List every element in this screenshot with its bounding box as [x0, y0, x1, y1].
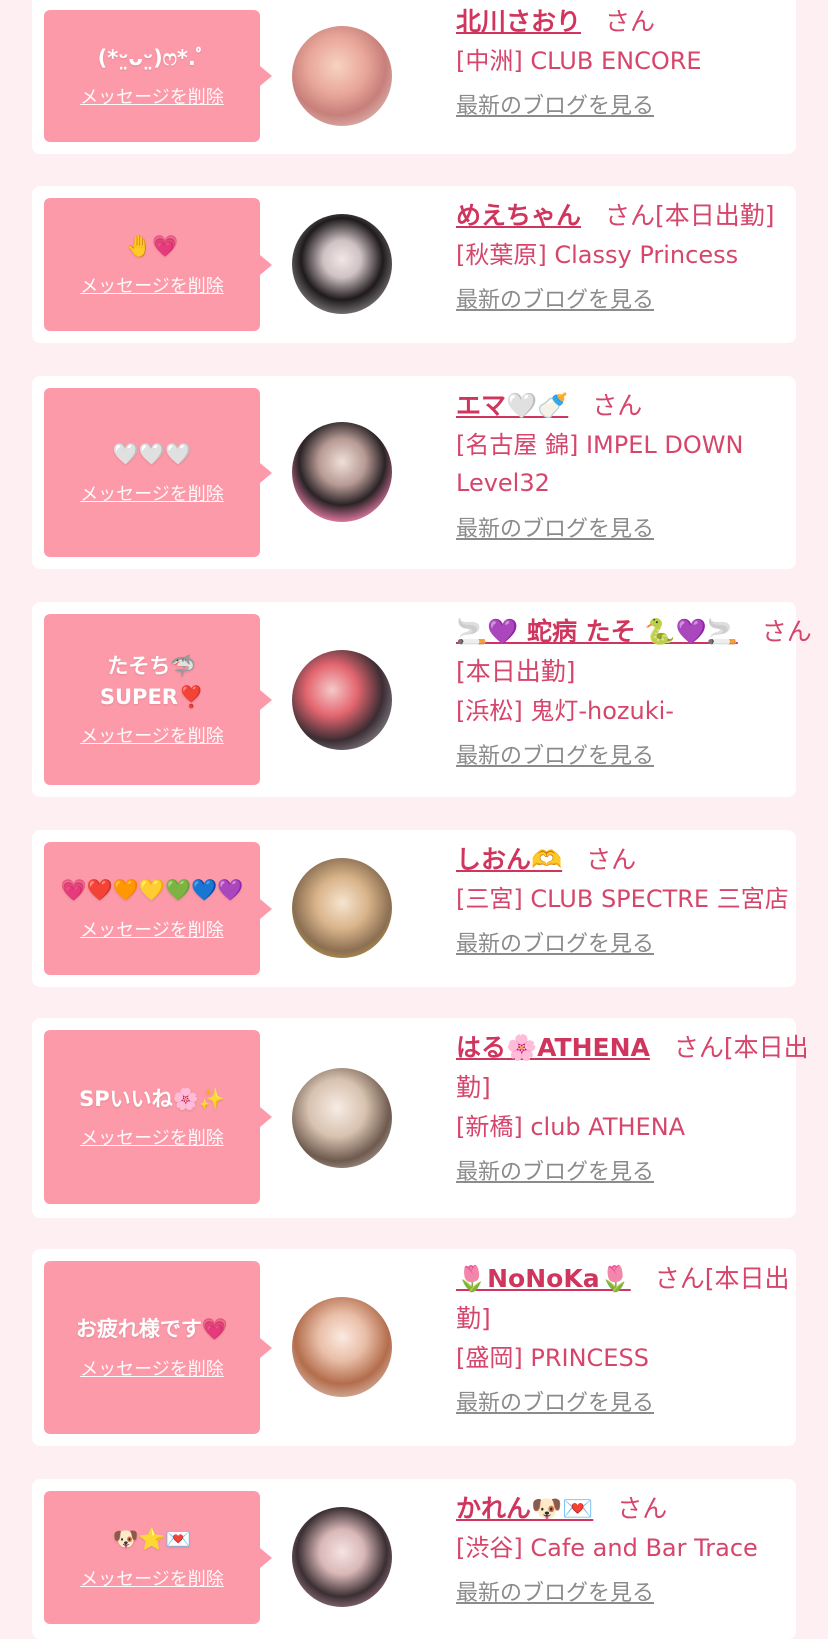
message-bubble: 🐶⭐💌 メッセージを削除	[44, 1491, 272, 1624]
cast-name-link[interactable]: エマ🤍🍼	[456, 391, 568, 420]
shop-label: [新橋] club ATHENA	[456, 1113, 686, 1141]
cast-name-link[interactable]: 🌷NoNoKa🌷	[456, 1264, 631, 1293]
message-card: 🐶⭐💌 メッセージを削除 かれん🐶💌 さん [渋谷] Cafe and Bar T…	[32, 1479, 796, 1639]
honorific-label: さん	[592, 391, 643, 420]
avatar[interactable]	[292, 214, 392, 314]
message-card: たそち🦈 SUPER❣️ メッセージを削除 🚬💜 蛇病 たそ 🐍💜🚬 さん[本日出…	[32, 602, 812, 797]
honorific-label: さん	[605, 7, 656, 36]
delete-message-link[interactable]: メッセージを削除	[80, 480, 224, 506]
latest-blog-link[interactable]: 最新のブログを見る	[456, 1385, 654, 1417]
message-bubble: (*ᵕ̤ᴗᵕ̤)ෆ*.ﾟ メッセージを削除	[44, 10, 272, 142]
message-text: 🤚💗	[125, 234, 179, 259]
cast-name-link[interactable]: 北川さおり	[456, 7, 581, 36]
shop-label: [中洲] CLUB ENCORE	[456, 47, 702, 75]
latest-blog-link[interactable]: 最新のブログを見る	[456, 282, 654, 314]
message-card: 🤍🤍🤍 メッセージを削除 エマ🤍🍼 さん [名古屋 錦] IMPEL DOWN L…	[32, 376, 796, 569]
message-bubble: お疲れ様です💗 メッセージを削除	[44, 1261, 272, 1434]
honorific-label: さん	[617, 1494, 668, 1523]
honorific-label: さん	[586, 845, 637, 874]
message-text: (*ᵕ̤ᴗᵕ̤)ෆ*.ﾟ	[97, 45, 207, 70]
shop-label: [盛岡] PRINCESS	[456, 1344, 649, 1372]
honorific-label: さん[本日出勤]	[605, 201, 775, 230]
delete-message-link[interactable]: メッセージを削除	[80, 722, 224, 748]
avatar[interactable]	[292, 26, 392, 126]
delete-message-link[interactable]: メッセージを削除	[80, 1124, 224, 1150]
shop-label: [秋葉原] Classy Princess	[456, 241, 739, 269]
delete-message-link[interactable]: メッセージを削除	[80, 1355, 224, 1381]
shop-label: [渋谷] Cafe and Bar Trace	[456, 1534, 758, 1562]
avatar[interactable]	[292, 1507, 392, 1607]
message-card: 💗❤️🧡💛💚💙💜 メッセージを削除 しおん🫶 さん [三宮] CLUB SPECT…	[32, 830, 796, 987]
message-card: お疲れ様です💗 メッセージを削除 🌷NoNoKa🌷 さん[本日出勤] [盛岡] P…	[32, 1249, 796, 1446]
avatar[interactable]	[292, 1297, 392, 1397]
latest-blog-link[interactable]: 最新のブログを見る	[456, 1154, 654, 1186]
shop-label: [名古屋 錦] IMPEL DOWN Level32	[456, 431, 744, 498]
message-card: SPいいね🌸✨ メッセージを削除 はる🌸ATHENA さん[本日出勤] [新橋] …	[32, 1018, 809, 1218]
avatar[interactable]	[292, 858, 392, 958]
shop-label: [三宮] CLUB SPECTRE 三宮店	[456, 885, 789, 913]
cast-name-link[interactable]: しおん🫶	[456, 845, 562, 874]
delete-message-link[interactable]: メッセージを削除	[80, 1565, 224, 1591]
cast-name-link[interactable]: めえちゃん	[456, 201, 581, 230]
avatar[interactable]	[292, 650, 392, 750]
message-text: SPいいね🌸✨	[79, 1086, 225, 1111]
cast-name-link[interactable]: はる🌸ATHENA	[456, 1033, 650, 1062]
latest-blog-link[interactable]: 最新のブログを見る	[456, 1575, 654, 1607]
message-bubble: たそち🦈 SUPER❣️ メッセージを削除	[44, 614, 272, 785]
avatar[interactable]	[292, 1068, 392, 1168]
message-text: お疲れ様です💗	[75, 1317, 229, 1342]
message-text: 💗❤️🧡💛💚💙💜	[60, 878, 244, 903]
message-text: 🐶⭐💌	[112, 1527, 192, 1552]
delete-message-link[interactable]: メッセージを削除	[80, 272, 224, 298]
cast-name-link[interactable]: かれん🐶💌	[456, 1494, 593, 1523]
delete-message-link[interactable]: メッセージを削除	[80, 916, 224, 942]
cast-name-link[interactable]: 🚬💜 蛇病 たそ 🐍💜🚬	[456, 617, 738, 646]
avatar[interactable]	[292, 422, 392, 522]
message-card: (*ᵕ̤ᴗᵕ̤)ෆ*.ﾟ メッセージを削除 北川さおり さん [中洲] CLUB …	[32, 0, 796, 154]
delete-message-link[interactable]: メッセージを削除	[80, 83, 224, 109]
message-card: 🤚💗 メッセージを削除 めえちゃん さん[本日出勤] [秋葉原] Classy P…	[32, 186, 796, 343]
message-bubble: 🤍🤍🤍 メッセージを削除	[44, 388, 272, 557]
latest-blog-link[interactable]: 最新のブログを見る	[456, 926, 654, 958]
latest-blog-link[interactable]: 最新のブログを見る	[456, 738, 654, 770]
message-bubble: 🤚💗 メッセージを削除	[44, 198, 272, 331]
message-bubble: SPいいね🌸✨ メッセージを削除	[44, 1030, 272, 1204]
shop-label: [浜松] 鬼灯-hozuki-	[456, 697, 674, 725]
message-text: たそち🦈 SUPER❣️	[99, 654, 205, 709]
latest-blog-link[interactable]: 最新のブログを見る	[456, 88, 654, 120]
latest-blog-link[interactable]: 最新のブログを見る	[456, 511, 654, 543]
message-bubble: 💗❤️🧡💛💚💙💜 メッセージを削除	[44, 842, 272, 975]
message-text: 🤍🤍🤍	[112, 442, 192, 467]
